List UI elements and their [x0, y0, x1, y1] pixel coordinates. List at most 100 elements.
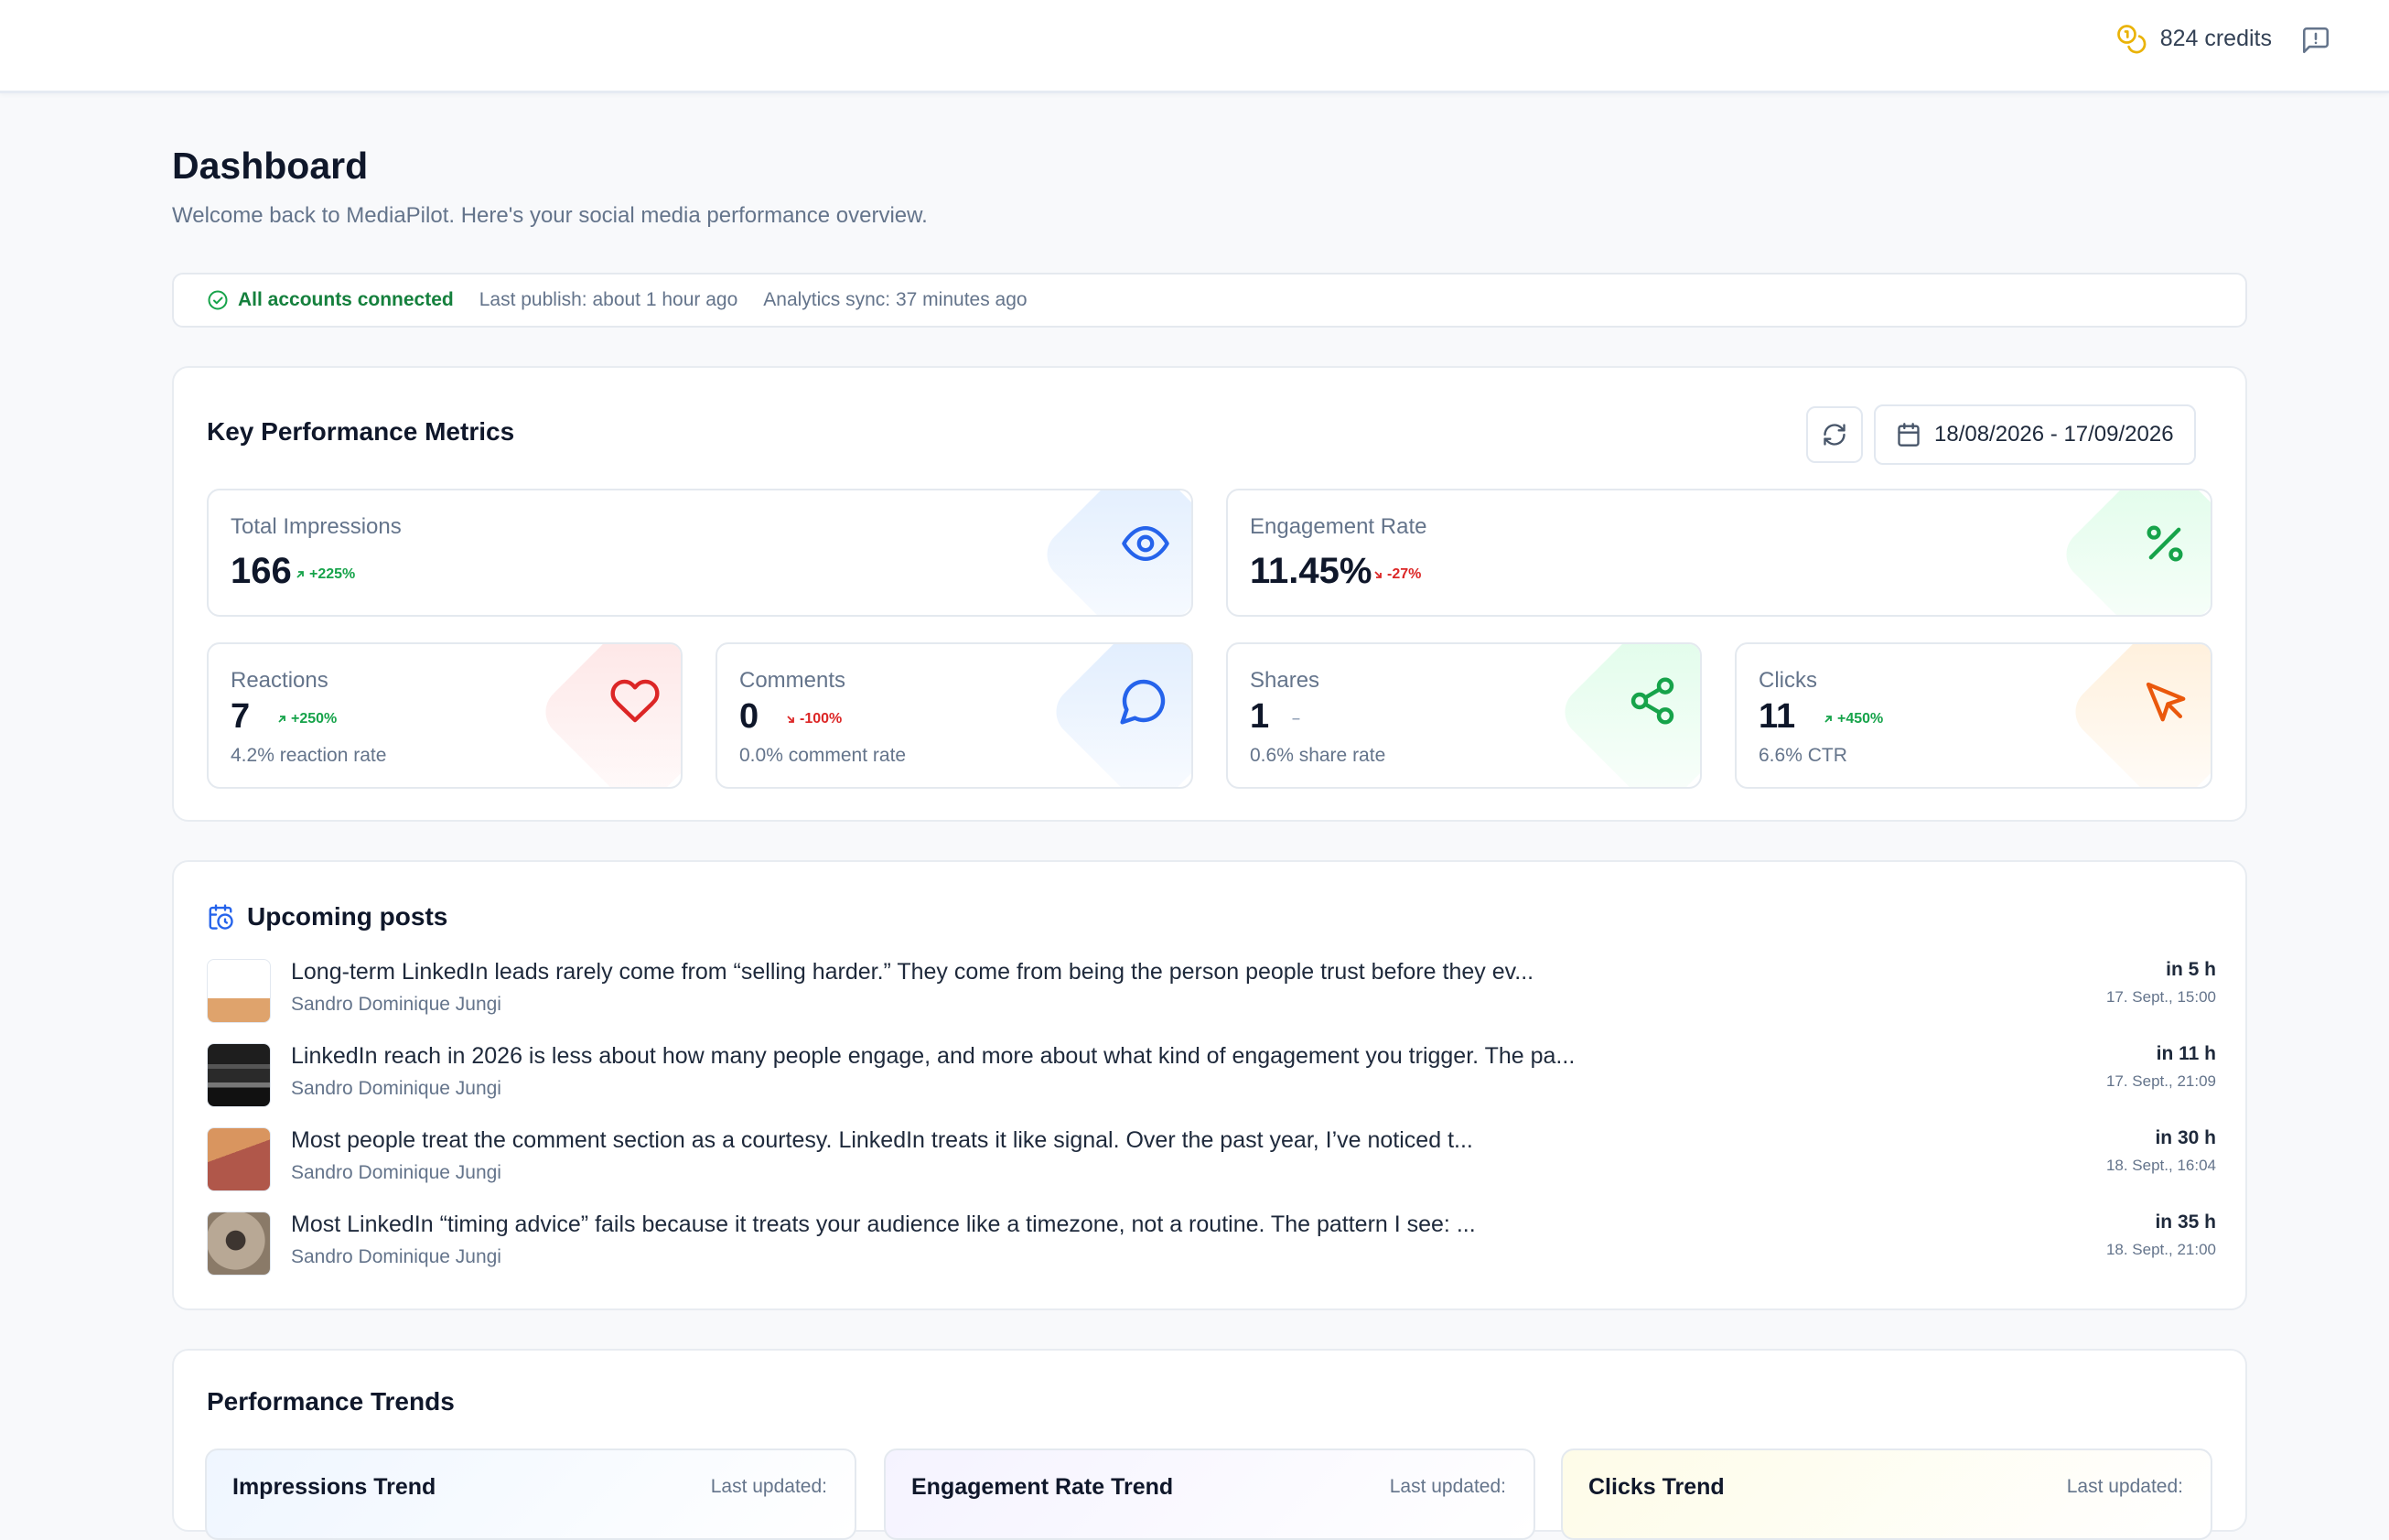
metric-label: Clicks	[1759, 668, 1817, 693]
post-author: Sandro Dominique Jungi	[291, 1162, 501, 1183]
refresh-icon	[1822, 422, 1847, 447]
metric-delta: +225%	[289, 564, 361, 586]
post-item[interactable]: Long-term LinkedIn leads rarely come fro…	[207, 959, 2216, 1025]
metric-subtext: 6.6% CTR	[1759, 745, 1847, 766]
metric-value: 166	[231, 551, 292, 591]
post-thumbnail	[207, 959, 271, 1023]
kpi-title: Key Performance Metrics	[207, 417, 515, 446]
metric-engagement-rate: Engagement Rate 11.45% -27%	[1226, 489, 2212, 617]
trend-title: Impressions Trend	[232, 1474, 436, 1500]
post-author: Sandro Dominique Jungi	[291, 994, 501, 1015]
trend-title: Engagement Rate Trend	[911, 1474, 1174, 1500]
upcoming-header: Upcoming posts	[207, 902, 447, 932]
check-circle-icon	[207, 289, 229, 311]
post-text: LinkedIn reach in 2026 is less about how…	[291, 1043, 1576, 1069]
metric-delta: -27%	[1367, 564, 1426, 586]
metric-delta: -100%	[780, 708, 847, 730]
metric-delta: –	[1286, 708, 1306, 730]
page-title: Dashboard	[172, 145, 369, 187]
arrow-up-right-icon	[295, 569, 306, 580]
share-icon	[1625, 673, 1680, 728]
analytics-sync: Analytics sync: 37 minutes ago	[763, 289, 1028, 310]
post-text: Long-term LinkedIn leads rarely come fro…	[291, 959, 1534, 985]
metric-subtext: 0.0% comment rate	[739, 745, 907, 766]
metric-delta-value: +250%	[291, 711, 338, 727]
metric-value: 0	[739, 697, 759, 736]
metric-label: Comments	[739, 668, 846, 693]
metric-label: Reactions	[231, 668, 328, 693]
top-bar: 824 credits	[0, 0, 2389, 93]
calendar-clock-icon	[207, 903, 234, 931]
eye-icon	[1118, 516, 1173, 571]
metric-delta: +250%	[271, 708, 342, 730]
metric-delta: +450%	[1817, 708, 1889, 730]
credits-label: 824 credits	[2159, 25, 2272, 51]
trend-updated: Last updated:	[710, 1476, 827, 1497]
calendar-icon	[1896, 422, 1921, 447]
trend-updated: Last updated:	[2066, 1476, 2183, 1497]
last-publish: Last publish: about 1 hour ago	[479, 289, 738, 310]
post-relative-time: in 5 h	[2166, 959, 2216, 980]
post-schedule-date: 17. Sept., 21:09	[2105, 1072, 2216, 1090]
metric-value: 7	[231, 697, 251, 736]
metric-subtext: 4.2% reaction rate	[231, 745, 387, 766]
post-item[interactable]: Most LinkedIn “timing advice” fails beca…	[207, 1212, 2216, 1277]
metric-label: Shares	[1250, 668, 1320, 693]
arrow-up-right-icon	[276, 714, 287, 725]
post-item[interactable]: Most people treat the comment section as…	[207, 1127, 2216, 1193]
arrow-down-right-icon	[785, 714, 796, 725]
metric-value: 11	[1759, 697, 1796, 736]
arrow-up-right-icon	[1823, 714, 1834, 725]
metric-impressions: Total Impressions 166 +225%	[207, 489, 1193, 617]
trend-card-impressions: Impressions Trend Last updated:	[205, 1448, 856, 1540]
page-subtitle: Welcome back to MediaPilot. Here's your …	[172, 203, 928, 228]
arrow-down-right-icon	[1372, 569, 1383, 580]
refresh-button[interactable]	[1806, 406, 1863, 463]
post-schedule-date: 18. Sept., 16:04	[2105, 1157, 2216, 1174]
post-author: Sandro Dominique Jungi	[291, 1246, 501, 1267]
metric-label: Engagement Rate	[1250, 514, 1427, 539]
kpi-card: Key Performance Metrics 18/08/2026 - 17/…	[172, 366, 2247, 822]
post-item[interactable]: LinkedIn reach in 2026 is less about how…	[207, 1043, 2216, 1109]
post-relative-time: in 35 h	[2155, 1212, 2216, 1233]
metric-delta-value: +450%	[1837, 711, 1884, 727]
post-schedule-date: 17. Sept., 15:00	[2105, 988, 2216, 1006]
heart-icon	[608, 673, 662, 728]
post-schedule-date: 18. Sept., 21:00	[2105, 1241, 2216, 1258]
post-author: Sandro Dominique Jungi	[291, 1078, 501, 1099]
post-text: Most LinkedIn “timing advice” fails beca…	[291, 1212, 1476, 1237]
percent-icon	[2137, 516, 2192, 571]
post-relative-time: in 11 h	[2156, 1043, 2216, 1064]
comment-icon	[1116, 673, 1171, 728]
trend-card-clicks: Clicks Trend Last updated:	[1561, 1448, 2212, 1540]
metric-delta-value: –	[1292, 711, 1300, 727]
status-bar: All accounts connected Last publish: abo…	[172, 273, 2247, 328]
connection-status-label: All accounts connected	[238, 289, 454, 310]
post-thumbnail	[207, 1127, 271, 1191]
credits-indicator[interactable]: 824 credits	[2115, 20, 2272, 57]
trend-updated: Last updated:	[1389, 1476, 1506, 1497]
metric-delta-value: -27%	[1387, 566, 1422, 582]
metric-delta-value: +225%	[309, 566, 356, 582]
post-thumbnail	[207, 1212, 271, 1276]
metric-subtext: 0.6% share rate	[1250, 745, 1386, 766]
cursor-icon	[2137, 673, 2192, 728]
upcoming-title: Upcoming posts	[247, 902, 448, 931]
metric-clicks: Clicks 11 +450% 6.6% CTR	[1735, 642, 2212, 789]
connection-status: All accounts connected	[207, 289, 454, 311]
metric-comments: Comments 0 -100% 0.0% comment rate	[716, 642, 1193, 789]
date-range-label: 18/08/2026 - 17/09/2026	[1934, 422, 2174, 447]
metric-delta-value: -100%	[800, 711, 843, 727]
metric-value: 1	[1250, 697, 1270, 736]
metric-reactions: Reactions 7 +250% 4.2% reaction rate	[207, 642, 683, 789]
date-range-picker[interactable]: 18/08/2026 - 17/09/2026	[1874, 404, 2196, 465]
metric-value: 11.45%	[1250, 551, 1372, 591]
metric-shares: Shares 1 – 0.6% share rate	[1226, 642, 1702, 789]
feedback-button[interactable]	[2298, 22, 2334, 59]
post-relative-time: in 30 h	[2155, 1127, 2216, 1148]
upcoming-posts-card: Upcoming posts Long-term LinkedIn leads …	[172, 860, 2247, 1310]
trend-title: Clicks Trend	[1588, 1474, 1725, 1500]
post-thumbnail	[207, 1043, 271, 1107]
metric-label: Total Impressions	[231, 514, 402, 539]
message-alert-icon	[2300, 25, 2331, 56]
